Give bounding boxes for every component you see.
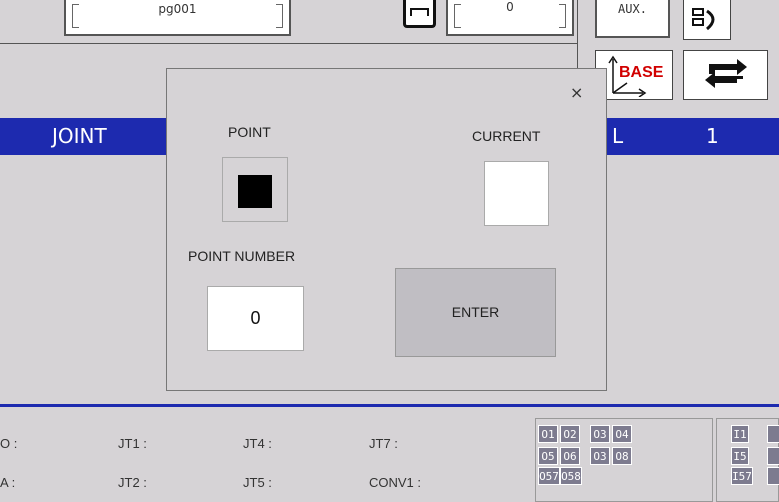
point-indicator-fill xyxy=(238,175,272,208)
output-o1: O1 xyxy=(538,425,558,443)
output-signals-panel: O1 O2 O3 O4 O5 O6 O3 O8 O57 O58 xyxy=(535,418,713,502)
top-status-strip: pg001 0 AUX. xyxy=(0,0,779,45)
axis-label-o: O : xyxy=(0,436,18,451)
input-i5: I5 xyxy=(731,447,749,465)
point-label: POINT xyxy=(228,124,271,140)
output-o2: O2 xyxy=(560,425,580,443)
point-number-input[interactable]: 0 xyxy=(207,286,304,351)
display-icon[interactable] xyxy=(403,0,436,28)
swap-arrows-icon xyxy=(704,59,747,88)
input-i1: I1 xyxy=(731,425,749,443)
base-coord-icon: BASE xyxy=(608,55,664,97)
step-number: 0 xyxy=(506,0,514,14)
output-o6: O6 xyxy=(560,447,580,465)
conv1-label: CONV1 : xyxy=(369,475,422,490)
output-o57: O57 xyxy=(538,467,560,485)
output-o5: O5 xyxy=(538,447,558,465)
axis-label-a: A : xyxy=(0,475,16,490)
jt4-label: JT4 : xyxy=(243,436,272,451)
bottom-separator xyxy=(0,404,779,407)
swap-button[interactable] xyxy=(683,50,768,100)
bracket-right-icon xyxy=(559,4,566,28)
current-label: CURRENT xyxy=(472,128,541,144)
input-i6 xyxy=(767,447,779,465)
input-i2 xyxy=(767,425,779,443)
point-dialog: × POINT CURRENT POINT NUMBER 0 ENTER xyxy=(166,68,607,391)
point-indicator xyxy=(222,157,288,222)
jt1-label: JT1 : xyxy=(118,436,147,451)
input-i58 xyxy=(767,467,779,485)
aux-button[interactable]: AUX. xyxy=(595,0,670,38)
input-signals-panel: I1 I5 I57 xyxy=(716,418,779,502)
speed-icon-button[interactable] xyxy=(683,0,731,40)
jt7-label: JT7 : xyxy=(369,436,398,451)
bracket-right-icon xyxy=(276,4,283,28)
aux-label: AUX. xyxy=(618,2,647,16)
point-number-label: POINT NUMBER xyxy=(188,248,296,264)
step-field[interactable]: 0 xyxy=(446,0,574,36)
output-o4: O4 xyxy=(612,425,632,443)
program-name: pg001 xyxy=(158,2,197,16)
speed-icon xyxy=(692,7,715,30)
close-icon[interactable]: × xyxy=(570,83,583,102)
input-i57: I57 xyxy=(731,467,753,485)
output-o8: O8 xyxy=(612,447,632,465)
tool-number: 1 xyxy=(706,124,719,148)
mode-label: JOINT xyxy=(52,124,107,148)
base-label: BASE xyxy=(619,64,664,81)
output-o7: O3 xyxy=(590,447,610,465)
output-o58: O58 xyxy=(560,467,582,485)
jt2-label: JT2 : xyxy=(118,475,147,490)
current-indicator xyxy=(484,161,549,226)
enter-button[interactable]: ENTER xyxy=(395,268,556,357)
jt5-label: JT5 : xyxy=(243,475,272,490)
tool-label: L xyxy=(612,124,624,148)
output-o3: O3 xyxy=(590,425,610,443)
program-field[interactable]: pg001 xyxy=(64,0,291,36)
